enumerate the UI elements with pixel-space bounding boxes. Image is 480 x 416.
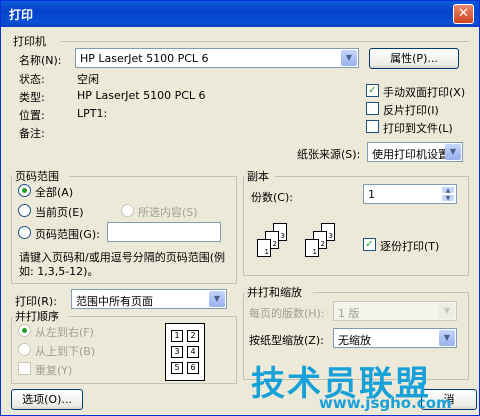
print-to-file-checkbox[interactable] <box>366 120 379 133</box>
print-what-label: 打印(R): <box>15 295 57 308</box>
current-page-label: 当前页(E) <box>35 206 84 219</box>
collate-checkbox[interactable]: ✓ <box>363 238 376 251</box>
all-pages-label: 全部(A) <box>35 186 74 199</box>
where-value: LPT1: <box>77 107 108 120</box>
print-what-select[interactable]: 范围中所有页面 ▼ <box>71 289 227 309</box>
manual-duplex-checkbox[interactable]: ✓ <box>366 84 379 97</box>
selection-radio[interactable] <box>121 204 134 217</box>
copies-count-input[interactable]: 1 ▲ ▼ <box>363 184 457 204</box>
chevron-down-icon[interactable]: ▼ <box>439 330 455 346</box>
spin-up-icon[interactable]: ▲ <box>441 186 455 194</box>
page-range-label: 页码范围(G): <box>35 228 100 241</box>
repeat-label: 重复(Y) <box>35 364 73 377</box>
chevron-down-icon[interactable]: ▼ <box>439 303 455 319</box>
pages-per-sheet-value: 1 版 <box>338 307 360 320</box>
zoom-divider <box>313 292 469 293</box>
paper-source-label: 纸张来源(S): <box>297 148 361 161</box>
scale-label: 按纸型缩放(Z): <box>249 334 324 347</box>
top-to-bottom-radio[interactable] <box>18 343 31 356</box>
title-bar: 打印 ✕ <box>1 1 479 27</box>
layout-cell: 6 <box>187 362 199 374</box>
reverse-checkbox[interactable] <box>366 102 379 115</box>
pages-per-sheet-select[interactable]: 1 版 ▼ <box>333 301 457 321</box>
type-label: 类型: <box>19 91 45 104</box>
collate-label: 逐份打印(T) <box>380 240 440 253</box>
print-dialog: 打印 ✕ 打印机 名称(N): HP LaserJet 5100 PCL 6 ▼… <box>0 0 480 416</box>
page-range-divider <box>69 176 237 177</box>
printer-group-divider <box>61 41 469 42</box>
copies-spinner[interactable]: ▲ ▼ <box>441 186 455 202</box>
copies-count-value: 1 <box>368 188 375 201</box>
left-to-right-label: 从左到右(F) <box>35 326 94 339</box>
status-value: 空闲 <box>77 73 99 86</box>
chevron-down-icon[interactable]: ▼ <box>445 144 461 160</box>
printer-name-label: 名称(N): <box>19 54 62 67</box>
chevron-down-icon[interactable]: ▼ <box>209 291 225 307</box>
duplex-order-divider <box>69 316 237 317</box>
print-what-value: 范围中所有页面 <box>76 295 153 308</box>
copies-divider <box>275 176 469 177</box>
comment-label: 备注: <box>19 127 45 140</box>
left-to-right-radio[interactable] <box>18 324 31 337</box>
window-title: 打印 <box>9 8 34 22</box>
page-range-input[interactable] <box>107 222 221 242</box>
all-pages-radio[interactable] <box>18 184 31 197</box>
spin-down-icon[interactable]: ▼ <box>441 194 455 202</box>
printer-name-select[interactable]: HP LaserJet 5100 PCL 6 ▼ <box>75 48 359 68</box>
options-button[interactable]: 选项(O)... <box>11 389 83 410</box>
layout-cell: 5 <box>171 362 183 374</box>
printer-group-title: 打印机 <box>13 35 46 48</box>
manual-duplex-label: 手动双面打印(X) <box>383 86 466 99</box>
properties-button[interactable]: 属性(P)... <box>369 48 459 69</box>
status-label: 状态: <box>19 73 45 86</box>
close-icon[interactable]: ✕ <box>453 4 474 24</box>
top-to-bottom-label: 从上到下(B) <box>35 345 96 358</box>
copies-count-label: 份数(C): <box>251 191 293 204</box>
layout-cell: 3 <box>171 346 183 358</box>
selection-label: 所选内容(S) <box>138 206 198 219</box>
paper-source-value: 使用打印机设置 <box>372 148 449 161</box>
pages-per-sheet-label: 每页的版数(H): <box>249 307 325 320</box>
layout-cell: 1 <box>171 330 183 342</box>
scale-select[interactable]: 无缩放 ▼ <box>333 328 457 348</box>
paper-source-select[interactable]: 使用打印机设置 ▼ <box>367 142 463 162</box>
page-range-radio[interactable] <box>18 226 31 239</box>
reverse-label: 反片打印(I) <box>383 104 439 117</box>
page-range-hint: 请键入页码和/或用逗号分隔的页码范围(例如: 1,3,5-12)。 <box>19 251 225 278</box>
type-value: HP LaserJet 5100 PCL 6 <box>77 89 206 102</box>
watermark-url: www.jsgho.com <box>319 394 452 412</box>
chevron-down-icon[interactable]: ▼ <box>341 50 357 66</box>
layout-cell: 4 <box>187 346 199 358</box>
where-label: 位置: <box>19 109 45 122</box>
layout-preview: 1 2 3 4 5 6 <box>165 323 205 381</box>
repeat-checkbox[interactable] <box>18 362 31 375</box>
printer-name-value: HP LaserJet 5100 PCL 6 <box>80 52 209 65</box>
layout-cell: 2 <box>187 330 199 342</box>
scale-value: 无缩放 <box>338 334 371 347</box>
print-to-file-label: 打印到文件(L) <box>383 122 453 135</box>
current-page-radio[interactable] <box>18 204 31 217</box>
